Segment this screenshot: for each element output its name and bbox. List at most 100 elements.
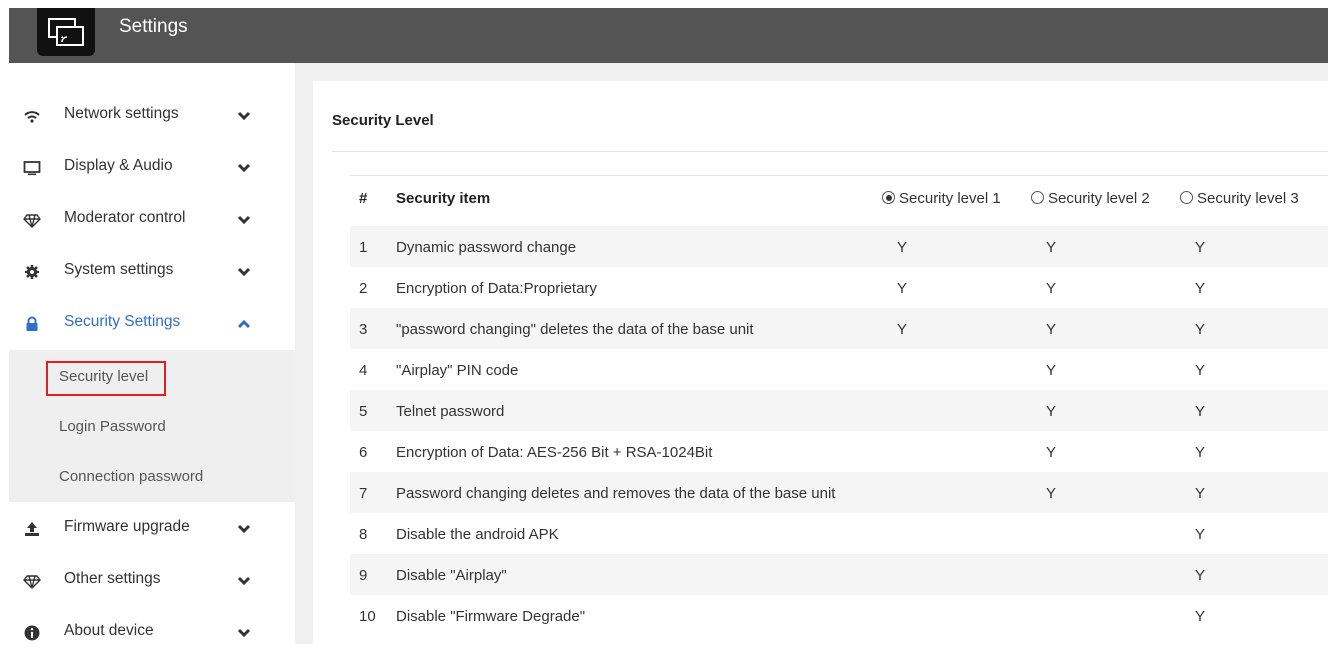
row-level-3: Y (1195, 321, 1206, 338)
sidebar-item-label: System settings (64, 261, 174, 278)
security-level-2-radio[interactable]: Security level 2 (1031, 190, 1150, 207)
row-level-3: Y (1195, 608, 1206, 625)
radio-unchecked-icon[interactable] (1031, 191, 1044, 204)
lock-icon (26, 316, 38, 331)
table-row: 8 Disable the android APK Y (350, 513, 1328, 554)
screen-cast-icon[interactable] (37, 8, 95, 56)
sidebar-item-other-settings[interactable]: Other settings (9, 561, 295, 601)
row-item: Encryption of Data: AES-256 Bit + RSA-10… (396, 444, 713, 461)
sidebar-item-label: Network settings (64, 105, 179, 122)
row-level-2: Y (1046, 362, 1057, 379)
security-submenu: Security level Login Password Connection… (9, 350, 295, 502)
row-level-3: Y (1195, 362, 1206, 379)
row-item: Encryption of Data:Proprietary (396, 280, 597, 297)
row-item: Dynamic password change (396, 239, 577, 256)
row-item: Disable "Airplay" (396, 567, 507, 584)
row-level-3: Y (1195, 485, 1206, 502)
row-number: 9 (359, 567, 368, 584)
submenu-item-security-level[interactable]: Security level (59, 368, 148, 385)
row-item: Telnet password (396, 403, 505, 420)
header-number: # (359, 190, 368, 207)
sidebar-item-label: About device (64, 622, 154, 639)
row-item: Disable "Firmware Degrade" (396, 608, 586, 625)
sidebar-item-firmware-upgrade[interactable]: Firmware upgrade (9, 509, 295, 549)
sidebar-item-system-settings[interactable]: System settings (9, 252, 295, 292)
row-item: Disable the android APK (396, 526, 559, 543)
table-row: 1 Dynamic password change Y Y Y (350, 226, 1328, 267)
submenu-item-connection-password[interactable]: Connection password (59, 468, 203, 485)
row-level-3: Y (1195, 239, 1206, 256)
row-level-2: Y (1046, 321, 1057, 338)
radio-checked-icon[interactable] (882, 191, 895, 204)
row-level-1: Y (897, 239, 908, 256)
row-level-2: Y (1046, 403, 1057, 420)
sidebar-item-about-device[interactable]: About device (9, 613, 295, 653)
row-level-3: Y (1195, 526, 1206, 543)
table-row: 6 Encryption of Data: AES-256 Bit + RSA-1… (350, 431, 1328, 472)
row-number: 5 (359, 403, 368, 420)
table-row: 5 Telnet password Y Y (350, 390, 1328, 431)
row-level-3: Y (1195, 567, 1206, 584)
radio-label: Security level 2 (1048, 190, 1150, 207)
radio-label: Security level 3 (1197, 190, 1299, 207)
row-number: 3 (359, 321, 368, 338)
row-number: 7 (359, 485, 368, 502)
row-number: 4 (359, 362, 368, 379)
table-header-row: # Security item Security level 1 Securit… (350, 178, 1328, 220)
row-number: 8 (359, 526, 368, 543)
table-row: 7 Password changing deletes and removes t… (350, 472, 1328, 513)
radio-label: Security level 1 (899, 190, 1001, 207)
monitor-icon (23, 161, 41, 176)
sidebar-item-label: Display & Audio (64, 157, 173, 174)
chevron-down-icon[interactable] (237, 214, 251, 226)
security-level-1-radio[interactable]: Security level 1 (882, 190, 1001, 207)
header-security-item: Security item (396, 190, 491, 207)
row-number: 2 (359, 280, 368, 297)
row-level-3: Y (1195, 444, 1206, 461)
security-level-3-radio[interactable]: Security level 3 (1180, 190, 1299, 207)
sidebar-item-display-audio[interactable]: Display & Audio (9, 148, 295, 188)
chevron-down-icon[interactable] (237, 523, 251, 535)
row-level-2: Y (1046, 280, 1057, 297)
row-level-3: Y (1195, 403, 1206, 420)
chevron-down-icon[interactable] (237, 266, 251, 278)
diamond-icon (23, 575, 41, 589)
sidebar-item-network-settings[interactable]: Network settings (9, 96, 295, 136)
row-number: 1 (359, 239, 368, 256)
row-number: 10 (359, 608, 376, 625)
radio-unchecked-icon[interactable] (1180, 191, 1193, 204)
sidebar-item-security-settings[interactable]: Security Settings (9, 304, 295, 344)
row-item: Password changing deletes and removes th… (396, 485, 836, 502)
gear-icon (25, 265, 39, 279)
table-top-border (350, 175, 1328, 176)
row-level-2: Y (1046, 444, 1057, 461)
page-title: Security Level (332, 112, 434, 129)
table-row: 10 Disable "Firmware Degrade" Y (350, 595, 1328, 636)
row-level-1: Y (897, 321, 908, 338)
chevron-up-icon[interactable] (237, 318, 251, 330)
sidebar-item-moderator-control[interactable]: Moderator control (9, 200, 295, 240)
sidebar: Network settings Display & Audio Moderat… (9, 63, 295, 644)
row-level-2: Y (1046, 485, 1057, 502)
table-row: 2 Encryption of Data:Proprietary Y Y Y (350, 267, 1328, 308)
submenu-item-login-password[interactable]: Login Password (59, 418, 166, 435)
divider (332, 151, 1328, 152)
table-row: 9 Disable "Airplay" Y (350, 554, 1328, 595)
sidebar-item-label: Security Settings (64, 313, 181, 330)
row-item: "Airplay" PIN code (396, 362, 519, 379)
chevron-down-icon[interactable] (237, 627, 251, 639)
row-level-1: Y (897, 280, 908, 297)
row-level-2: Y (1046, 239, 1057, 256)
info-icon (24, 625, 40, 641)
row-level-3: Y (1195, 280, 1206, 297)
row-number: 6 (359, 444, 368, 461)
top-bar: Settings (9, 8, 1328, 63)
sidebar-item-label: Firmware upgrade (64, 518, 190, 535)
chevron-down-icon[interactable] (237, 575, 251, 587)
app-title: Settings (119, 16, 188, 37)
table-row: 4 "Airplay" PIN code Y Y (350, 349, 1328, 390)
sidebar-item-label: Moderator control (64, 209, 186, 226)
chevron-down-icon[interactable] (237, 162, 251, 174)
row-item: "password changing" deletes the data of … (396, 321, 754, 338)
chevron-down-icon[interactable] (237, 110, 251, 122)
